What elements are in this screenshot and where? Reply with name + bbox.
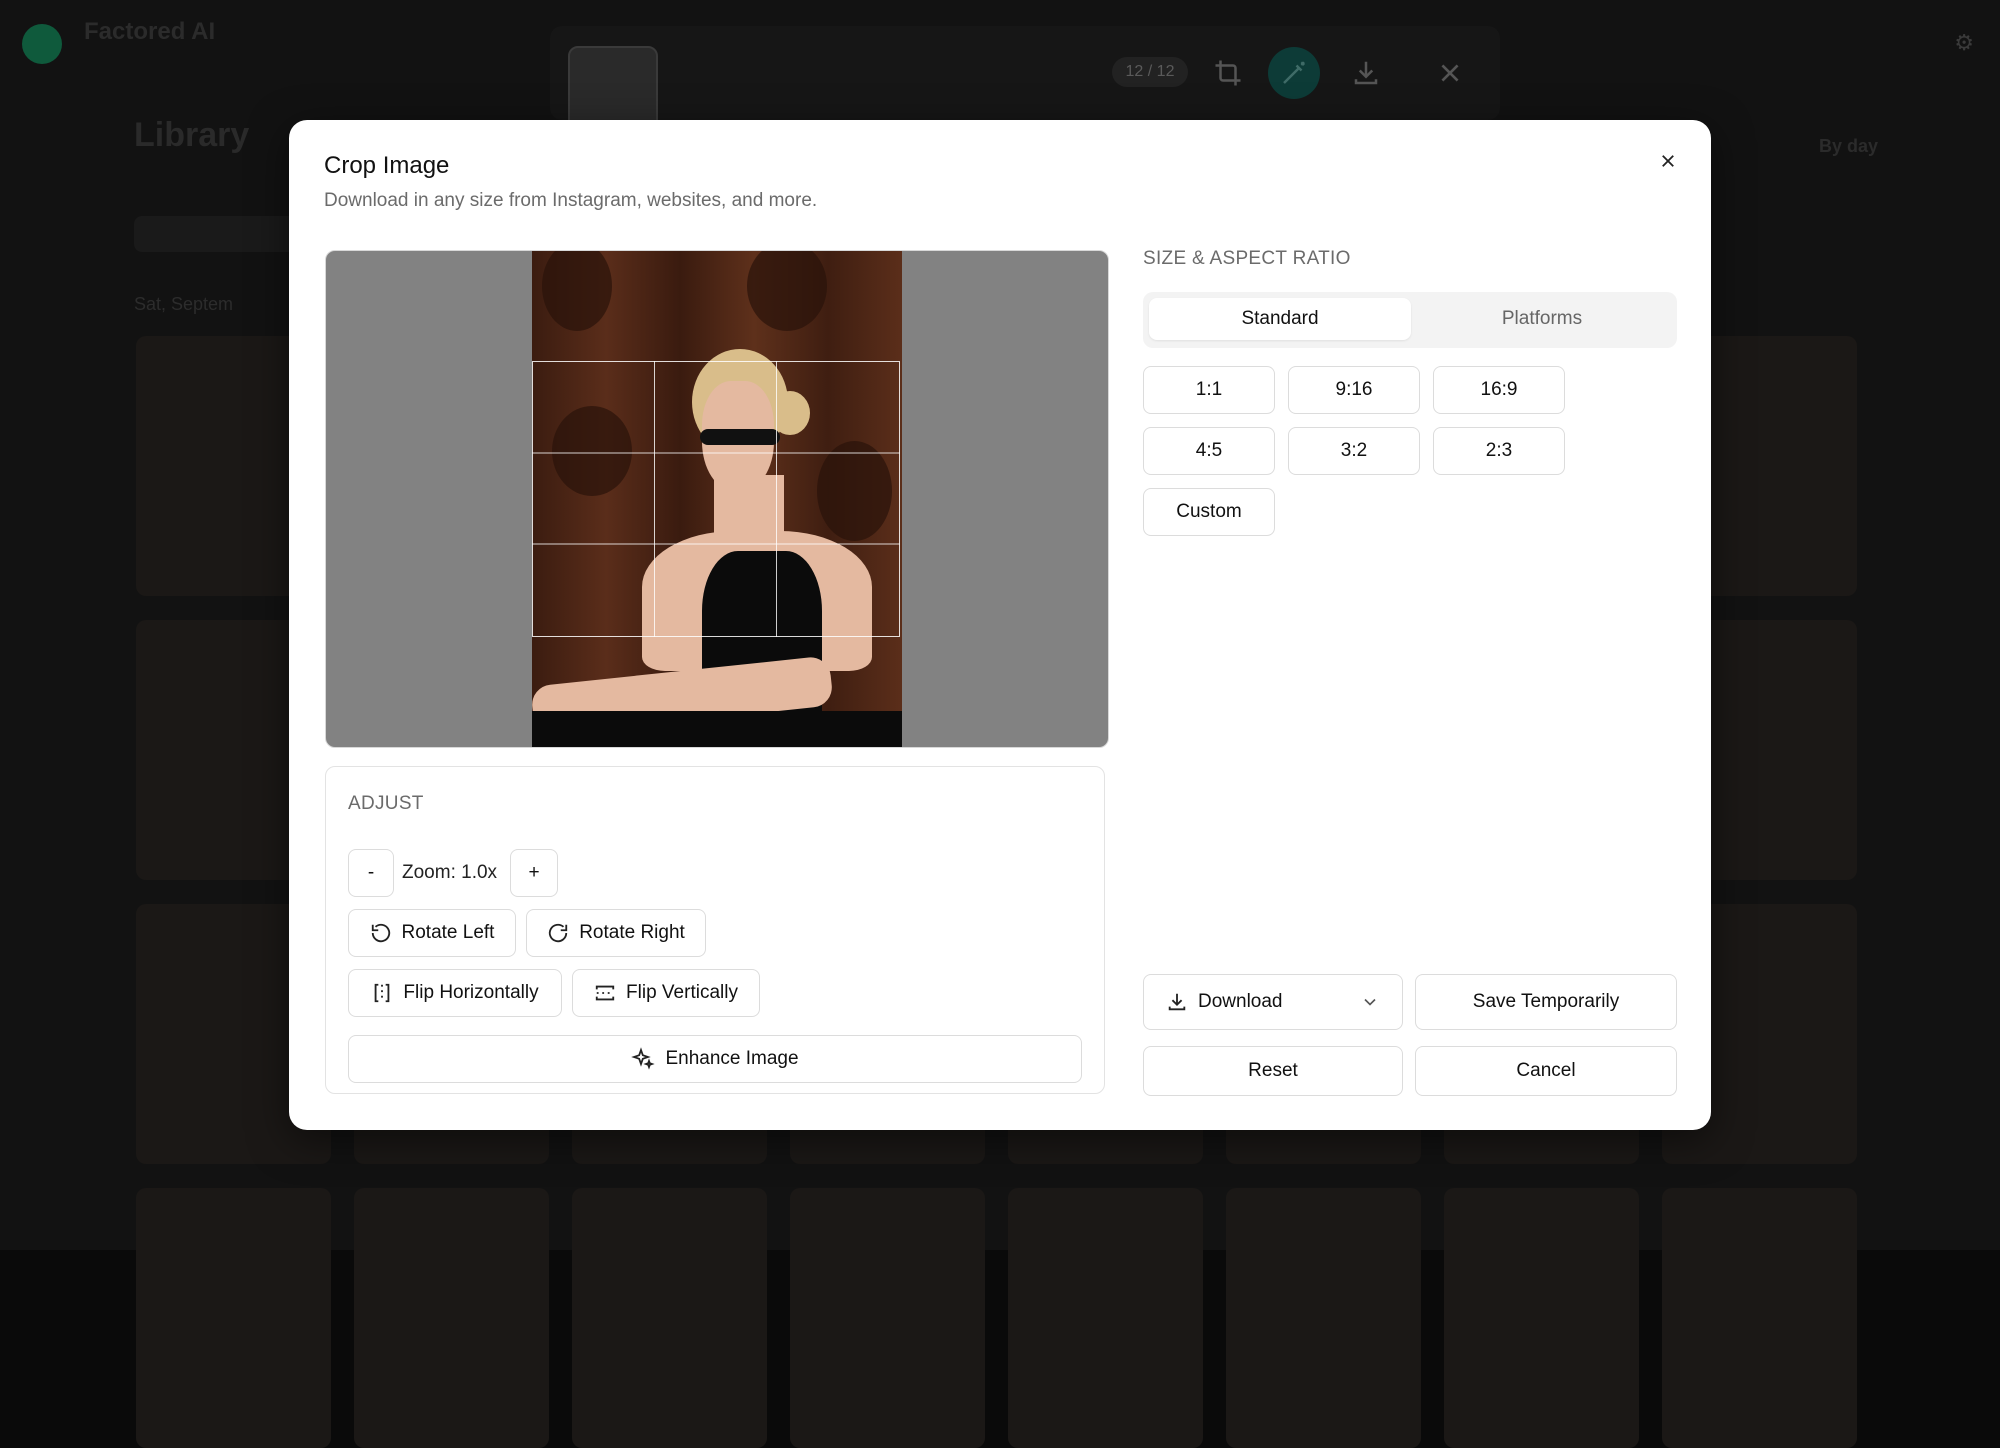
door-ornament: [542, 251, 612, 331]
view-toggle: By day: [1818, 136, 1878, 156]
ratio-9-16-button[interactable]: 9:16: [1288, 366, 1420, 414]
reset-button[interactable]: Reset: [1143, 1046, 1403, 1096]
rotate-right-label: Rotate Right: [579, 922, 685, 943]
crop-selection-box[interactable]: [532, 361, 900, 637]
app-brand: Factored AI: [84, 18, 216, 45]
ratio-1-1-button[interactable]: 1:1: [1143, 366, 1275, 414]
close-icon: [1662, 155, 1674, 167]
dialog-title: Crop Image: [324, 152, 450, 179]
rotate-left-icon: [371, 923, 390, 943]
settings-icon: ⚙: [1954, 30, 1974, 55]
download-icon: [1168, 993, 1186, 1011]
adjust-label: ADJUST: [348, 793, 424, 814]
cancel-button[interactable]: Cancel: [1415, 1046, 1677, 1096]
close-dialog-button[interactable]: [1651, 144, 1685, 178]
crop-canvas[interactable]: [325, 250, 1109, 748]
save-temporarily-button[interactable]: Save Temporarily: [1415, 974, 1677, 1030]
crop-icon: [1202, 47, 1254, 99]
dialog-subtitle: Download in any size from Instagram, web…: [324, 190, 818, 211]
adjust-panel: ADJUST - Zoom: 1.0x + Rotate Left Rotate…: [325, 766, 1105, 1094]
library-thumbnail: [136, 1188, 331, 1448]
flip-horizontal-icon: [375, 983, 390, 1003]
ratio-4-5-button[interactable]: 4:5: [1143, 427, 1275, 475]
viewer-counter: 12 / 12: [1112, 57, 1188, 87]
crop-image-dialog: Crop Image Download in any size from Ins…: [289, 120, 1711, 1130]
flip-vertical-button[interactable]: Flip Vertically: [572, 969, 760, 1017]
lap: [532, 711, 902, 747]
aspect-tabs: Standard Platforms: [1143, 292, 1677, 348]
library-thumbnail: [572, 1188, 767, 1448]
tab-standard[interactable]: Standard: [1149, 298, 1411, 340]
chevron-down-icon: [1364, 998, 1376, 1006]
rotate-left-label: Rotate Left: [401, 922, 495, 943]
download-button[interactable]: Download: [1143, 974, 1403, 1030]
zoom-level: Zoom: 1.0x: [402, 862, 498, 883]
download-label: Download: [1198, 991, 1283, 1012]
library-thumbnail: [1444, 1188, 1639, 1448]
flip-vertical-label: Flip Vertically: [626, 982, 738, 1003]
rotate-right-button[interactable]: Rotate Right: [526, 909, 706, 957]
enhance-image-label: Enhance Image: [665, 1048, 799, 1069]
library-title: Library: [134, 116, 250, 154]
library-thumbnail: [1226, 1188, 1421, 1448]
rotate-left-button[interactable]: Rotate Left: [348, 909, 516, 957]
door-ornament: [747, 251, 827, 331]
library-search: [134, 216, 304, 252]
library-thumbnail: [790, 1188, 985, 1448]
flip-horizontal-label: Flip Horizontally: [403, 982, 539, 1003]
flip-horizontal-button[interactable]: Flip Horizontally: [348, 969, 562, 1017]
app-logo: [22, 24, 62, 64]
ratio-2-3-button[interactable]: 2:3: [1433, 427, 1565, 475]
library-thumbnail: [1008, 1188, 1203, 1448]
ratio-16-9-button[interactable]: 16:9: [1433, 366, 1565, 414]
size-aspect-label: SIZE & ASPECT RATIO: [1143, 248, 1351, 269]
download-icon: [1340, 47, 1392, 99]
library-thumbnail: [354, 1188, 549, 1448]
close-icon: [1424, 47, 1476, 99]
ratio-3-2-button[interactable]: 3:2: [1288, 427, 1420, 475]
flip-vertical-icon: [595, 985, 615, 1001]
enhance-image-button[interactable]: Enhance Image: [348, 1035, 1082, 1083]
date-group-label: Sat, Septem: [134, 294, 234, 314]
rotate-right-icon: [549, 923, 568, 943]
library-thumbnail: [1662, 1188, 1857, 1448]
zoom-in-button[interactable]: +: [510, 849, 558, 897]
zoom-out-button[interactable]: -: [348, 849, 394, 897]
tab-platforms[interactable]: Platforms: [1411, 298, 1673, 340]
magic-wand-icon: [1268, 47, 1320, 99]
sparkles-icon: [631, 1047, 656, 1070]
ratio-custom-button[interactable]: Custom: [1143, 488, 1275, 536]
